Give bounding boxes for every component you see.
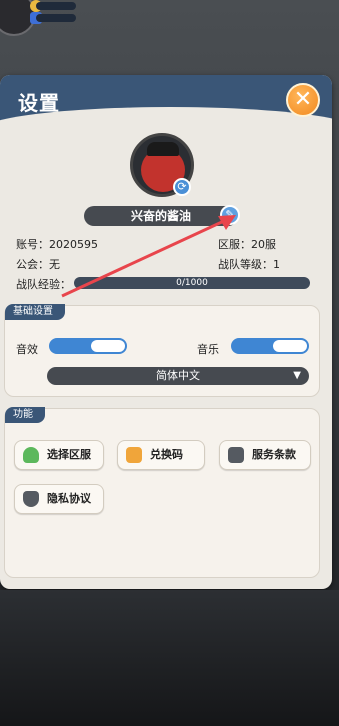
annotation-arrow — [61, 215, 236, 298]
